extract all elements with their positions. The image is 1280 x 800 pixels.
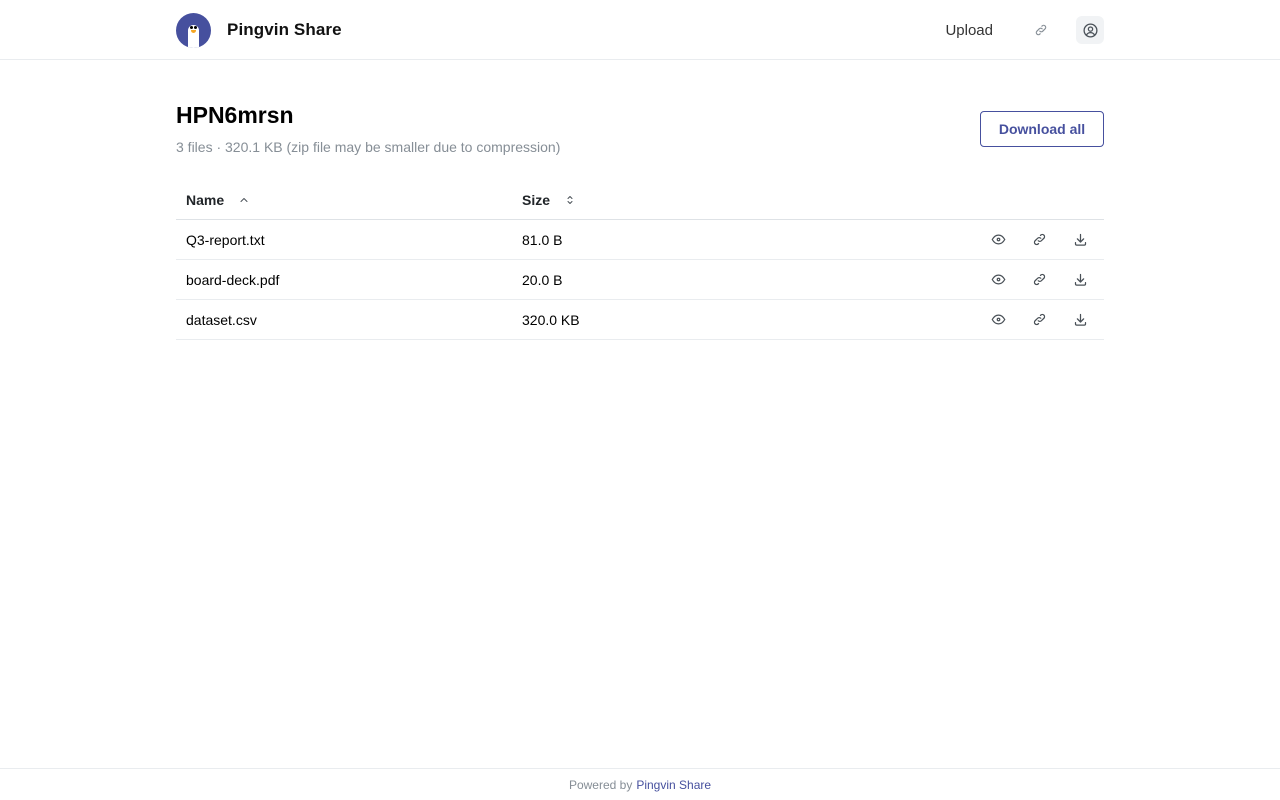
- nav-upload-link[interactable]: Upload: [933, 14, 1005, 47]
- file-size: 20.0 B: [522, 271, 563, 288]
- account-menu-button[interactable]: [1076, 16, 1104, 44]
- download-icon: [1074, 313, 1086, 326]
- file-size: 81.0 B: [522, 231, 563, 248]
- link-icon: [1033, 233, 1045, 246]
- download-icon: [1074, 233, 1086, 246]
- column-header-label: Size: [522, 191, 551, 208]
- download-button[interactable]: [1066, 306, 1094, 334]
- user-circle-icon: [1082, 22, 1098, 38]
- download-button[interactable]: [1066, 266, 1094, 294]
- table-row: board-deck.pdf 20.0 B: [176, 260, 1104, 300]
- link-icon: [1033, 313, 1045, 326]
- files-table: Name Size Q3-report.txt 81.0 B board-dec…: [176, 180, 1104, 340]
- preview-button[interactable]: [984, 226, 1012, 254]
- eye-icon: [991, 234, 1005, 245]
- footer-link[interactable]: Pingvin Share: [636, 778, 711, 792]
- download-all-button[interactable]: Download all: [980, 111, 1104, 147]
- row-actions: [984, 266, 1104, 294]
- copy-link-button[interactable]: [1025, 266, 1053, 294]
- preview-button[interactable]: [984, 306, 1012, 334]
- column-header-label: Name: [186, 191, 225, 208]
- table-row: Q3-report.txt 81.0 B: [176, 220, 1104, 260]
- file-name: Q3-report.txt: [186, 231, 265, 248]
- top-bar: Pingvin Share Upload: [0, 0, 1280, 60]
- penguin-logo-icon: [176, 12, 211, 48]
- row-actions: [984, 306, 1104, 334]
- download-button[interactable]: [1066, 226, 1094, 254]
- download-icon: [1074, 273, 1086, 286]
- top-nav: Upload: [933, 14, 1104, 47]
- copy-link-button[interactable]: [1025, 306, 1053, 334]
- chevron-up-icon: [236, 192, 252, 208]
- eye-icon: [991, 314, 1005, 325]
- column-header-name[interactable]: Name: [176, 192, 512, 208]
- top-bar-inner: Pingvin Share Upload: [176, 0, 1104, 60]
- nav-shares-button[interactable]: [1027, 16, 1055, 44]
- table-header: Name Size: [176, 180, 1104, 220]
- share-summary: 3 files · 320.1 KB (zip file may be smal…: [176, 139, 561, 155]
- selector-icon: [562, 192, 578, 208]
- file-size: 320.0 KB: [522, 311, 580, 328]
- link-icon: [1035, 24, 1047, 36]
- file-name: dataset.csv: [186, 311, 257, 328]
- footer-prefix: Powered by: [568, 777, 633, 792]
- brand[interactable]: Pingvin Share: [176, 12, 342, 48]
- copy-link-button[interactable]: [1025, 226, 1053, 254]
- eye-icon: [991, 274, 1005, 285]
- link-icon: [1033, 273, 1045, 286]
- preview-button[interactable]: [984, 266, 1012, 294]
- footer: Powered by Pingvin Share: [0, 768, 1280, 800]
- app-name: Pingvin Share: [227, 20, 342, 39]
- table-row: dataset.csv 320.0 KB: [176, 300, 1104, 340]
- file-name: board-deck.pdf: [186, 271, 280, 288]
- row-actions: [984, 226, 1104, 254]
- column-header-size[interactable]: Size: [512, 192, 578, 208]
- share-title: HPN6mrsn: [176, 102, 294, 128]
